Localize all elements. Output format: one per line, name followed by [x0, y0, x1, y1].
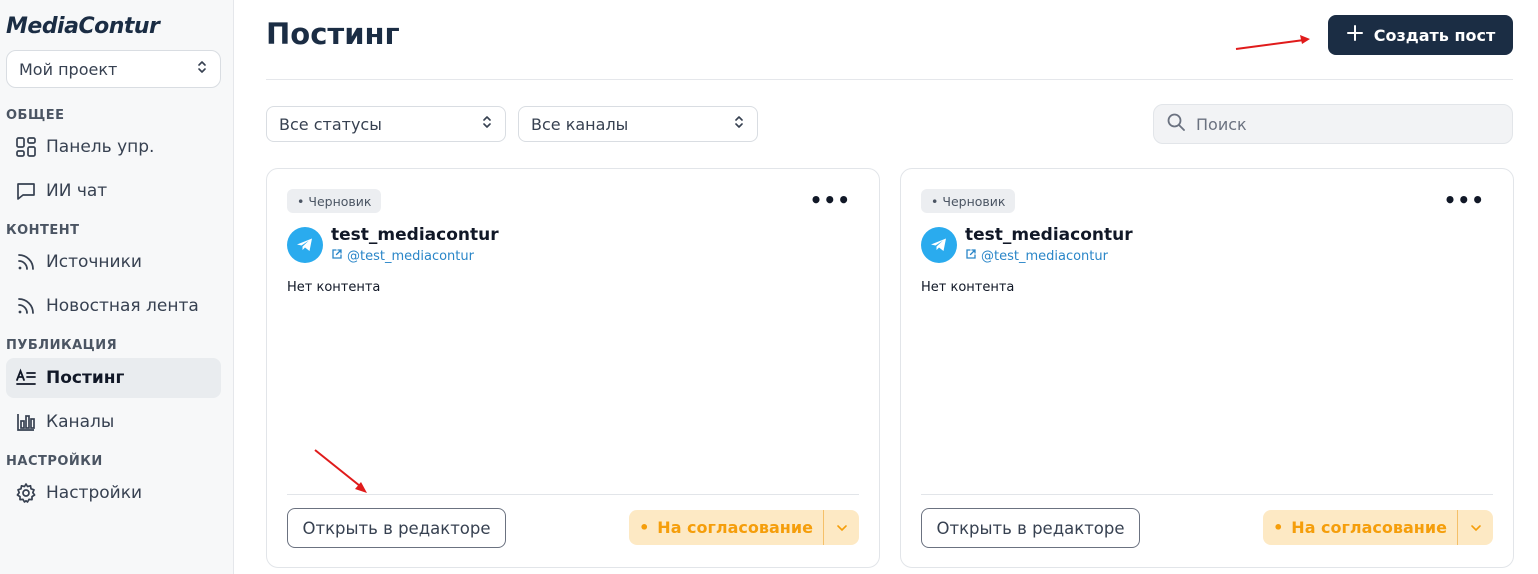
dot-icon: • [931, 193, 939, 209]
status-badge: • Черновик [287, 189, 382, 213]
dot-icon: • [1273, 518, 1284, 537]
section-title-publishing: ПУБЛИКАЦИЯ [6, 338, 118, 353]
channel-name: test_mediacontur [331, 225, 499, 245]
sidebar-item-label: ИИ чат [46, 181, 108, 201]
project-selector-label: Мой проект [19, 59, 118, 79]
sidebar-item-label: Настройки [46, 483, 143, 503]
rss-icon [14, 250, 38, 274]
sidebar-item-settings[interactable]: Настройки [6, 473, 221, 513]
post-content: Нет контента [287, 280, 381, 295]
dot-icon: • [639, 518, 650, 537]
chevron-updown-icon [196, 59, 208, 79]
sidebar-item-news-feed[interactable]: Новостная лента [6, 286, 221, 326]
project-selector[interactable]: Мой проект [6, 50, 221, 88]
post-card: • Черновик ••• test_mediacontur @test_me… [900, 168, 1514, 568]
chevron-updown-icon [733, 114, 745, 134]
send-for-approval-split-button: • На согласование [1263, 510, 1493, 545]
sidebar-item-label: Постинг [46, 368, 125, 388]
more-menu-icon[interactable]: ••• [1444, 190, 1485, 210]
status-badge: • Черновик [921, 189, 1016, 213]
more-menu-icon[interactable]: ••• [810, 190, 851, 210]
channel-filter-select[interactable]: Все каналы [518, 106, 758, 142]
section-title-settings: НАСТРОЙКИ [6, 454, 103, 469]
sidebar-item-channels[interactable]: Каналы [6, 402, 221, 442]
sidebar-item-label: Новостная лента [46, 296, 199, 316]
external-link-icon [331, 248, 343, 264]
chevron-updown-icon [481, 114, 493, 134]
chevron-down-icon[interactable] [824, 524, 859, 532]
gear-icon [14, 481, 38, 505]
page-title: Постинг [266, 17, 400, 51]
posting-icon [14, 366, 38, 390]
send-for-approval-split-button: • На согласование [629, 510, 859, 545]
dashboard-icon [14, 135, 38, 159]
post-content: Нет контента [921, 280, 1015, 295]
sidebar: MediaContur Мой проект ОБЩЕЕ Панель упр.… [0, 0, 234, 574]
rss-icon [14, 294, 38, 318]
sidebar-item-dashboard[interactable]: Панель упр. [6, 127, 221, 167]
sidebar-item-sources[interactable]: Источники [6, 242, 221, 282]
create-post-label: Создать пост [1373, 25, 1496, 45]
chevron-down-icon[interactable] [1458, 524, 1493, 532]
channel-handle: @test_mediacontur [347, 248, 474, 264]
chat-icon [14, 179, 38, 203]
plus-icon [1346, 24, 1364, 46]
dot-icon: • [297, 193, 305, 209]
open-in-editor-button[interactable]: Открыть в редакторе [921, 508, 1140, 548]
status-filter-select[interactable]: Все статусы [266, 106, 506, 142]
sidebar-item-label: Каналы [46, 412, 115, 432]
search-icon [1166, 112, 1186, 136]
search-input[interactable] [1196, 114, 1496, 134]
channel-handle-link[interactable]: @test_mediacontur [331, 248, 474, 264]
brand-logo[interactable]: MediaContur [6, 14, 160, 39]
external-link-icon [965, 248, 977, 264]
status-filter-value: Все статусы [279, 114, 382, 134]
section-title-general: ОБЩЕЕ [6, 108, 65, 123]
send-for-approval-label: На согласование [657, 518, 813, 537]
channel-handle: @test_mediacontur [981, 248, 1108, 264]
search-box[interactable] [1153, 104, 1513, 144]
channel-name: test_mediacontur [965, 225, 1133, 245]
open-in-editor-button[interactable]: Открыть в редакторе [287, 508, 506, 548]
sidebar-item-ai-chat[interactable]: ИИ чат [6, 171, 221, 211]
section-title-content: КОНТЕНТ [6, 223, 80, 238]
card-divider [287, 494, 859, 495]
card-divider [921, 494, 1493, 495]
telegram-icon [921, 227, 957, 263]
send-for-approval-label: На согласование [1291, 518, 1447, 537]
sidebar-item-label: Источники [46, 252, 142, 272]
channel-handle-link[interactable]: @test_mediacontur [965, 248, 1108, 264]
bar-chart-icon [14, 410, 38, 434]
annotation-arrow [1235, 35, 1310, 50]
sidebar-item-label: Панель упр. [46, 137, 155, 157]
post-card: • Черновик ••• test_mediacontur @test_me… [266, 168, 880, 568]
status-badge-label: Черновик [308, 193, 372, 209]
telegram-icon [287, 227, 323, 263]
send-for-approval-button[interactable]: • На согласование [629, 510, 824, 545]
send-for-approval-button[interactable]: • На согласование [1263, 510, 1458, 545]
header-divider [266, 79, 1513, 80]
channel-filter-value: Все каналы [531, 114, 629, 134]
status-badge-label: Черновик [942, 193, 1006, 209]
create-post-button[interactable]: Создать пост [1328, 15, 1513, 55]
sidebar-item-posting[interactable]: Постинг [6, 358, 221, 398]
